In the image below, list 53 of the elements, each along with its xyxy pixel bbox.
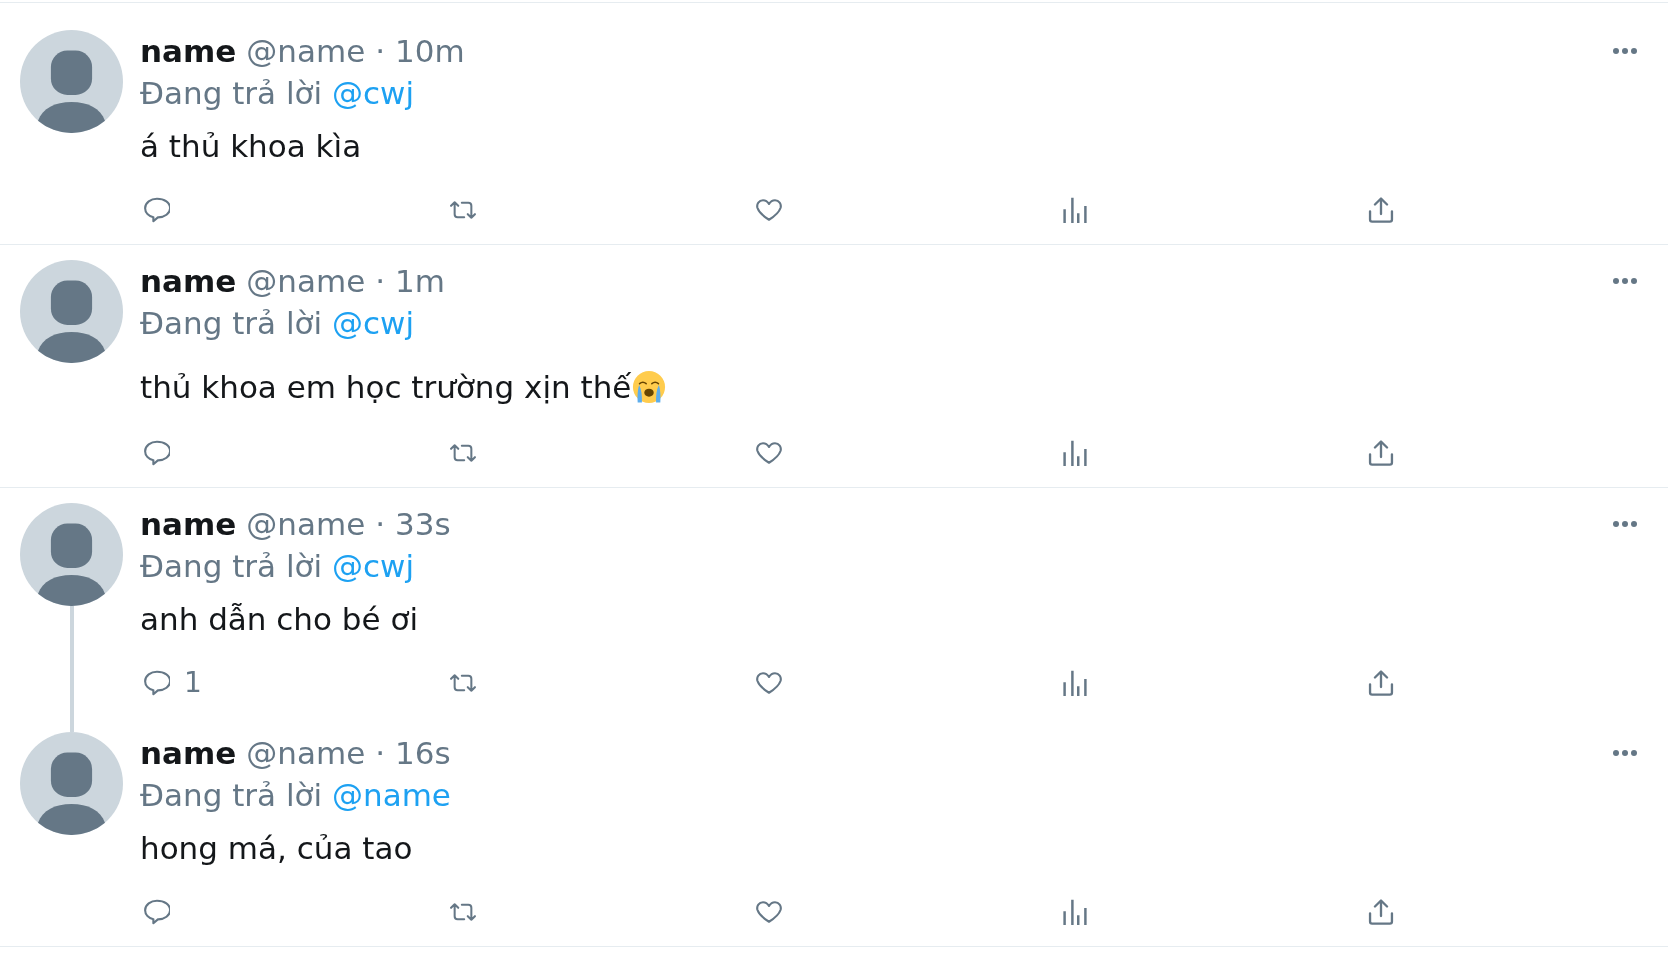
display-name[interactable]: name [140,260,237,302]
heart-icon [756,670,782,696]
separator-dot: · [375,734,386,773]
timestamp[interactable]: 1m [395,260,446,302]
default-avatar-icon[interactable] [20,30,123,133]
default-avatar-icon[interactable] [20,260,123,363]
tweet-text: thủ khoa em học trường xịn thế [140,368,632,407]
ellipsis-icon[interactable] [1613,278,1637,284]
ellipsis-icon[interactable] [1613,521,1637,527]
default-avatar-icon[interactable] [20,503,123,606]
upload-icon [1368,197,1394,223]
tweet-text: hong má, của tao [140,829,413,868]
reply-context: Đang trả lời @cwj [140,547,414,586]
mention-link[interactable]: @cwj [332,305,414,341]
mention-link[interactable]: @cwj [332,75,414,111]
ellipsis-icon[interactable] [1613,48,1637,54]
bar-chart-icon [1062,197,1088,223]
display-name[interactable]: name [140,30,237,72]
timestamp[interactable]: 16s [395,732,451,774]
display-name[interactable]: name [140,732,237,774]
display-name[interactable]: name [140,503,237,545]
heart-icon [756,899,782,925]
mention-link[interactable]: @name [332,777,451,813]
timestamp[interactable]: 33s [395,503,451,545]
bar-chart-icon [1062,670,1088,696]
speech-bubble-icon [144,440,170,466]
reply-context: Đang trả lời @name [140,776,451,815]
reply-context: Đang trả lời @cwj [140,304,414,343]
timestamp[interactable]: 10m [395,30,465,72]
mention-link[interactable]: @cwj [332,548,414,584]
separator-dot: · [375,505,386,544]
tweet-text: anh dẫn cho bé ơi [140,600,419,639]
user-handle[interactable]: @name [246,260,366,302]
speech-bubble-icon [144,670,170,696]
separator-dot: · [375,32,386,71]
ellipsis-icon[interactable] [1613,750,1637,756]
heart-icon [756,197,782,223]
tweet-text: á thủ khoa kìa [140,127,362,166]
upload-icon [1368,440,1394,466]
bar-chart-icon [1062,899,1088,925]
default-avatar-icon[interactable] [20,732,123,835]
upload-icon [1368,899,1394,925]
user-handle[interactable]: @name [246,30,366,72]
user-handle[interactable]: @name [246,503,366,545]
user-handle[interactable]: @name [246,732,366,774]
heart-icon [756,440,782,466]
speech-bubble-icon [144,197,170,223]
reply-context: Đang trả lời @cwj [140,74,414,113]
reply-button[interactable]: 1 [140,667,202,699]
bar-chart-icon [1062,440,1088,466]
upload-icon [1368,670,1394,696]
speech-bubble-icon [144,899,170,925]
separator-dot: · [375,262,386,301]
